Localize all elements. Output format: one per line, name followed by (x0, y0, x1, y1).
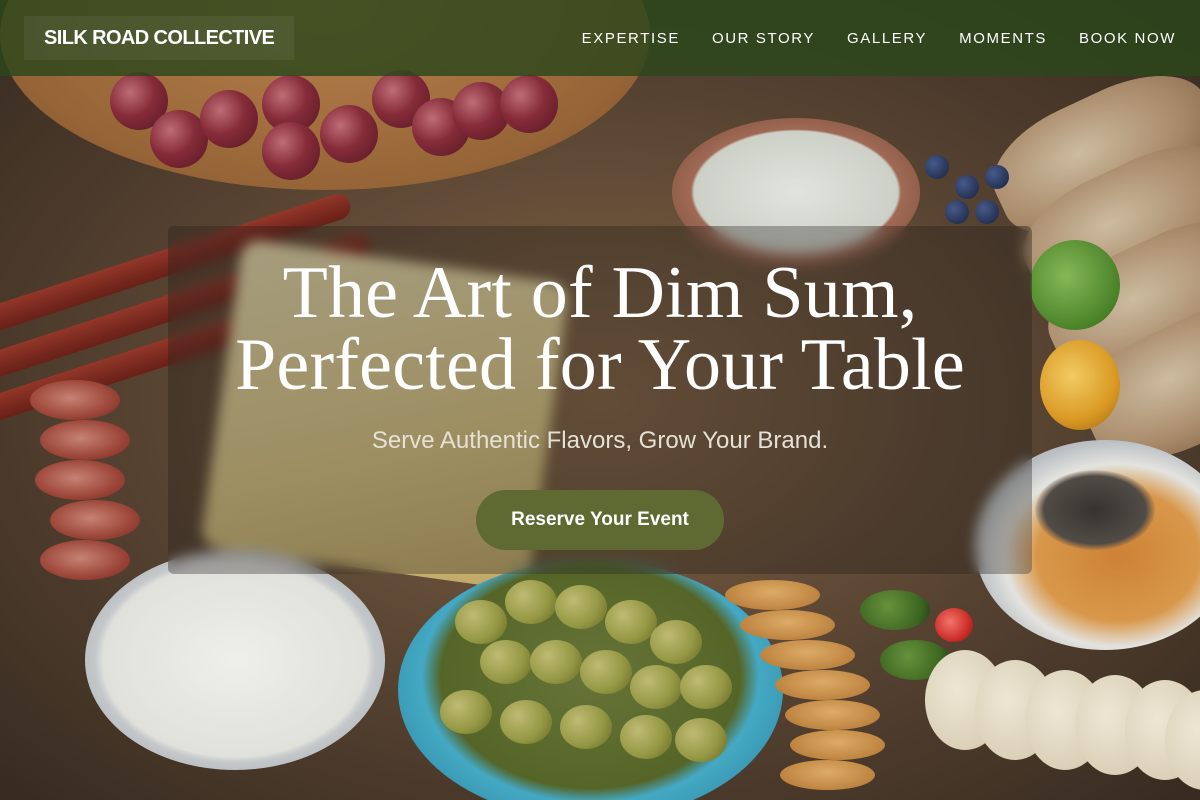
main-nav: EXPERTISE OUR STORY GALLERY MOMENTS BOOK… (550, 30, 1176, 47)
nav-item-gallery[interactable]: GALLERY (847, 30, 927, 47)
nav-item-moments[interactable]: MOMENTS (959, 30, 1047, 47)
top-navigation-bar: SILK ROAD COLLECTIVE EXPERTISE OUR STORY… (0, 0, 1200, 76)
reserve-event-button[interactable]: Reserve Your Event (476, 490, 724, 550)
nav-item-book-now[interactable]: BOOK NOW (1079, 30, 1176, 47)
hero-title: The Art of Dim Sum, Perfected for Your T… (168, 252, 1032, 406)
nav-item-expertise[interactable]: EXPERTISE (582, 30, 680, 47)
hero-subtitle: Serve Authentic Flavors, Grow Your Brand… (371, 427, 829, 454)
brand-logo[interactable]: SILK ROAD COLLECTIVE (24, 16, 295, 60)
hero-panel: The Art of Dim Sum, Perfected for Your T… (168, 226, 1032, 574)
hero-title-line-1: The Art of Dim Sum, (282, 252, 918, 334)
hero-title-line-2: Perfected for Your Table (235, 324, 965, 406)
nav-item-our-story[interactable]: OUR STORY (712, 30, 815, 47)
